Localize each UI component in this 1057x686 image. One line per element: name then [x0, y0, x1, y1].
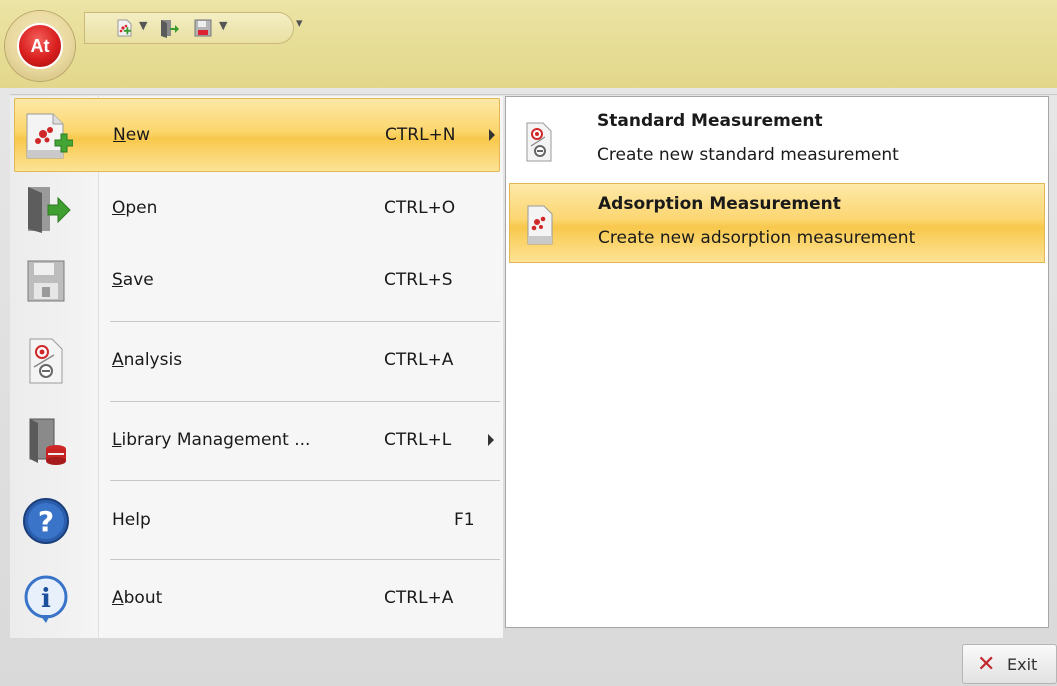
qat-save-dropdown-arrow[interactable]: ▼	[219, 19, 227, 32]
submenu-item-adsorption-measurement[interactable]: Adsorption Measurement Create new adsorp…	[509, 183, 1045, 263]
submenu-arrow-icon	[489, 129, 495, 141]
standard-measurement-icon	[526, 122, 552, 162]
info-icon: i	[24, 575, 68, 623]
application-menu: New CTRL+N Open CTRL+O Save CTRL+S Analy…	[0, 88, 1057, 686]
submenu-item-title: Standard Measurement	[597, 111, 823, 131]
help-icon: ?	[23, 498, 69, 544]
menu-separator	[110, 559, 500, 560]
menu-item-help[interactable]: ? Help F1	[14, 484, 500, 558]
qat-new-dropdown-arrow[interactable]: ▼	[139, 19, 147, 32]
new-measurement-icon	[117, 19, 132, 37]
qat-open-button[interactable]	[159, 18, 179, 38]
menu-item-label: Help	[112, 510, 151, 530]
qat-new-button[interactable]	[115, 18, 135, 38]
exit-label: Exit	[1007, 655, 1038, 674]
save-disk-icon	[194, 19, 212, 37]
menu-item-shortcut: F1	[454, 510, 475, 530]
menu-item-save[interactable]: Save CTRL+S	[14, 244, 500, 318]
menu-item-about[interactable]: i About CTRL+A	[14, 562, 500, 636]
close-icon: ✕	[977, 652, 996, 677]
analysis-document-icon	[29, 338, 63, 384]
exit-button[interactable]: ✕ Exit	[962, 644, 1057, 684]
menu-separator	[110, 401, 500, 402]
submenu-item-standard-measurement[interactable]: Standard Measurement Create new standard…	[509, 101, 1045, 181]
menu-item-label: About	[112, 588, 163, 608]
open-door-icon	[161, 20, 179, 38]
new-submenu-panel: Standard Measurement Create new standard…	[505, 96, 1049, 628]
menu-item-library-management[interactable]: Library Management ... CTRL+L	[14, 404, 500, 478]
library-database-icon	[29, 418, 66, 465]
adsorption-measurement-icon	[527, 205, 553, 245]
submenu-item-title: Adsorption Measurement	[598, 194, 841, 214]
menu-item-label: Library Management ...	[112, 430, 311, 450]
open-door-icon	[28, 187, 71, 233]
menu-item-shortcut: CTRL+A	[384, 350, 454, 370]
app-logo: At	[17, 23, 63, 69]
menu-separator	[110, 321, 500, 322]
menu-item-open[interactable]: Open CTRL+O	[14, 172, 500, 246]
menu-item-label: Save	[112, 270, 154, 290]
title-bar: At ▼ ▼ ▾	[0, 0, 1057, 88]
menu-item-shortcut: CTRL+A	[384, 588, 454, 608]
new-measurement-icon	[26, 113, 73, 159]
submenu-arrow-icon	[488, 434, 494, 446]
menu-item-shortcut: CTRL+S	[384, 270, 453, 290]
menu-item-new[interactable]: New CTRL+N	[14, 98, 500, 172]
menu-item-label: Open	[112, 198, 158, 218]
menu-item-analysis[interactable]: Analysis CTRL+A	[14, 324, 500, 398]
menu-item-shortcut: CTRL+O	[384, 198, 456, 218]
submenu-item-description: Create new standard measurement	[597, 145, 899, 165]
menu-item-label: New	[113, 125, 151, 145]
menu-separator	[110, 480, 500, 481]
menu-border	[10, 94, 1057, 95]
submenu-item-description: Create new adsorption measurement	[598, 228, 916, 248]
menu-item-label: Analysis	[112, 350, 183, 370]
application-menu-button[interactable]: At	[5, 11, 75, 81]
qat-save-button[interactable]	[193, 18, 213, 38]
menu-item-shortcut: CTRL+N	[385, 125, 456, 145]
menu-item-shortcut: CTRL+L	[384, 430, 452, 450]
customize-qat-button[interactable]: ▾	[296, 16, 303, 31]
svg-text:i: i	[41, 584, 51, 614]
svg-text:?: ?	[38, 505, 54, 538]
save-disk-icon	[27, 260, 65, 302]
quick-access-toolbar: ▼ ▼	[84, 12, 294, 44]
